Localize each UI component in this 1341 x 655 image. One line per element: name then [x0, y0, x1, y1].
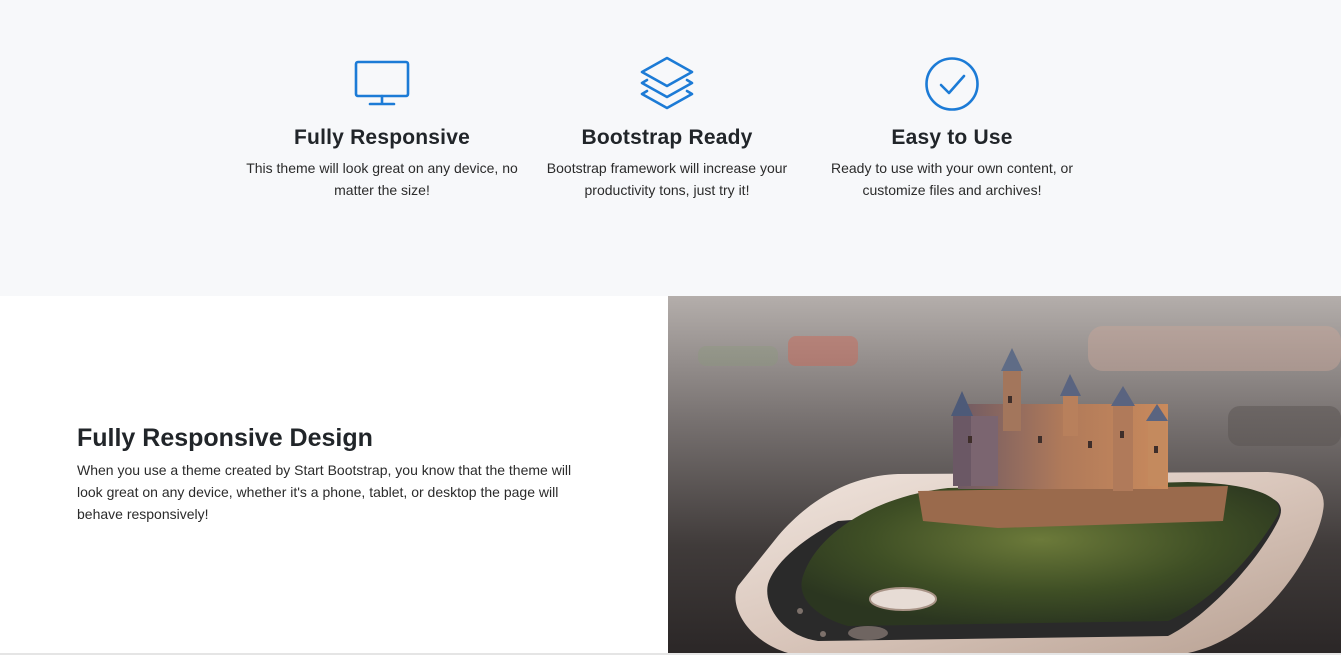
- monitor-icon: [353, 55, 411, 113]
- layers-icon: [638, 55, 696, 113]
- feature-text: This theme will look great on any device…: [246, 160, 518, 198]
- icons-section: Fully Responsive This theme will look gr…: [0, 0, 1341, 296]
- feature-title: Bootstrap Ready: [581, 126, 753, 149]
- showcase-heading: Fully Responsive Design: [77, 424, 373, 452]
- feature-text: Bootstrap framework will increase your p…: [546, 160, 788, 198]
- showcase-text-panel: Fully Responsive Design When you use a t…: [0, 296, 668, 655]
- check-circle-icon: [923, 55, 981, 113]
- showcase-paragraph: When you use a theme created by Start Bo…: [77, 462, 572, 522]
- feature-title: Fully Responsive: [294, 126, 470, 149]
- feature-title: Easy to Use: [891, 126, 1013, 149]
- feature-text: Ready to use with your own content, or c…: [830, 160, 1074, 198]
- phone-castle-image: [668, 296, 1341, 653]
